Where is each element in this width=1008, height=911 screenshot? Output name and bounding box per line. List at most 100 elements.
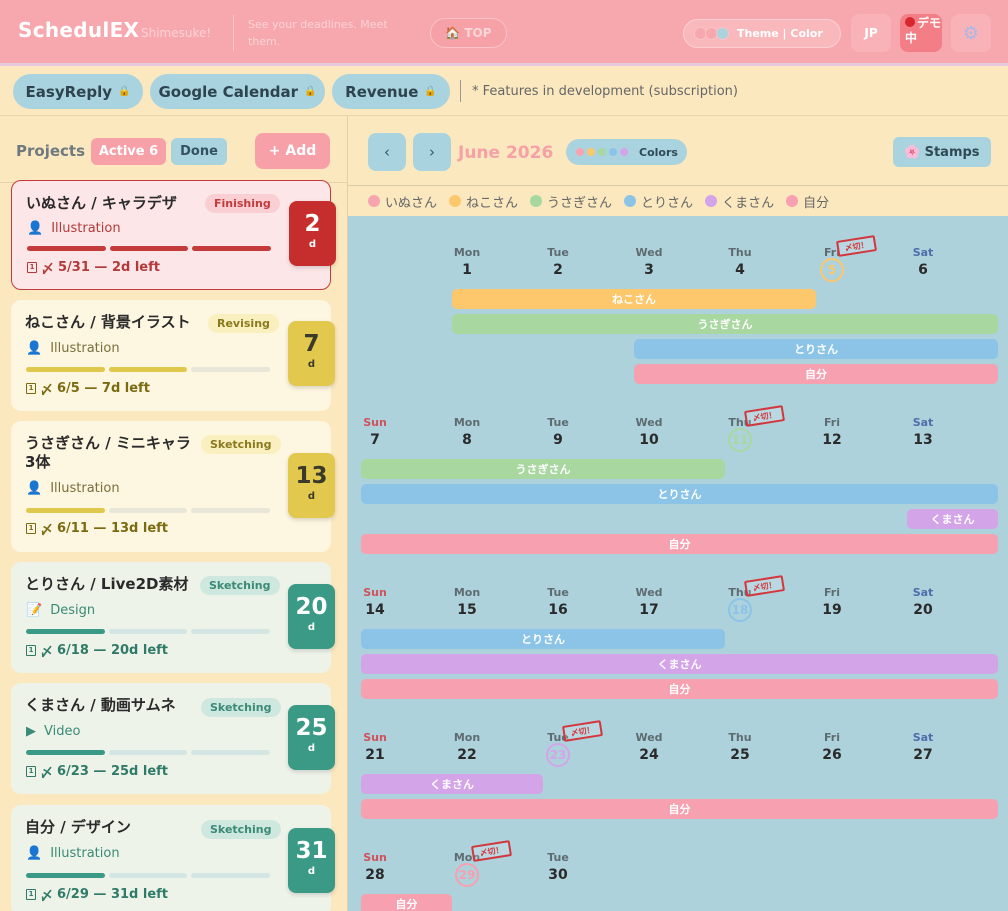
add-project-button[interactable]: + Add (255, 133, 330, 169)
legend-dot-icon (368, 195, 380, 207)
top-button[interactable]: 🏠 TOP (430, 18, 507, 48)
schedule-bar[interactable]: 自分 (361, 679, 998, 699)
revenue-button[interactable]: Revenue 🔒 (332, 74, 450, 109)
day-number[interactable]: 24 (619, 747, 679, 763)
schedule-bar[interactable]: うさぎさん (452, 314, 998, 334)
day-number[interactable]: 28 (345, 867, 405, 883)
projects-panel: Projects Active 6 Done + Add いぬさん / キャラデ… (0, 116, 348, 911)
day-number[interactable]: 22 (437, 747, 497, 763)
day-number[interactable]: 12 (802, 432, 862, 448)
stamp-icon: 〆 (40, 766, 54, 781)
schedule-bar[interactable]: ねこさん (452, 289, 816, 309)
day-number[interactable]: 17 (619, 602, 679, 618)
project-card[interactable]: いぬさん / キャラデザ Finishing 👤 Illustration 1〆5… (11, 180, 336, 290)
prev-month-button[interactable]: ‹ (368, 133, 406, 171)
active-filter-button[interactable]: Active 6 (91, 138, 166, 165)
language-button[interactable]: JP (851, 14, 891, 52)
day-number[interactable]: 10 (619, 432, 679, 448)
schedule-bar[interactable]: 自分 (361, 534, 998, 554)
schedule-bar[interactable]: とりさん (634, 339, 998, 359)
project-card[interactable]: ねこさん / 背景イラスト Revising 👤 Illustration 1〆6… (11, 300, 335, 411)
lock-icon: 🔒 (118, 86, 131, 97)
day-number[interactable]: 9 (528, 432, 588, 448)
divider (233, 15, 234, 51)
legend-dot-icon (786, 195, 799, 207)
day-number[interactable]: 4 (710, 262, 770, 278)
day-number[interactable]: 30 (528, 867, 588, 883)
deadline-stamp: 〆切！ (470, 840, 513, 862)
legend-item: ねこさん (449, 192, 518, 211)
day-number[interactable]: 20 (893, 602, 953, 618)
day-number[interactable]: 1 (437, 262, 497, 278)
weekday-label: Wed (635, 246, 663, 259)
color-dot-icon (620, 148, 628, 156)
day-number[interactable]: 6 (893, 262, 953, 278)
schedule-bar[interactable]: くまさん (907, 509, 998, 529)
project-card[interactable]: くまさん / 動画サムネ Sketching ▶ Video 1 〆 6/23 — 2… (11, 683, 335, 794)
day-number[interactable]: 2 (528, 262, 588, 278)
legend-item: くまさん (705, 192, 774, 211)
day-number[interactable]: 27 (893, 747, 953, 763)
day-number[interactable]: 7 (345, 432, 405, 448)
chevron-left-icon: ‹ (384, 143, 390, 161)
colors-button[interactable]: Colors (566, 139, 687, 165)
status-badge: Sketching (200, 576, 280, 595)
deadline-text: 1 〆 6/18 — 20d left (26, 641, 168, 660)
day-number[interactable]: 13 (893, 432, 953, 448)
schedule-bar[interactable]: 自分 (361, 799, 998, 819)
theme-color-button[interactable]: Theme | Color (683, 19, 841, 48)
project-title: 自分 / デザイン (25, 818, 131, 836)
demo-mode-button[interactable]: デモ中 (900, 14, 942, 52)
schedule-bar[interactable]: とりさん (361, 629, 725, 649)
settings-button[interactable]: ⚙ (951, 14, 991, 52)
schedule-bar[interactable]: くまさん (361, 774, 543, 794)
weekday-label: Fri (823, 586, 840, 599)
chevron-right-icon: › (429, 143, 435, 161)
schedule-bar[interactable]: くまさん (361, 654, 998, 674)
day-number[interactable]: 15 (437, 602, 497, 618)
deadline-text: 1 〆 6/23 — 25d left (26, 762, 168, 781)
tagline: See your deadlines. Meet them. (248, 18, 388, 48)
project-card[interactable]: とりさん / Live2D素材 Sketching 📝 Design 1 〆 6/18… (11, 562, 335, 673)
status-badge: Sketching (201, 435, 281, 454)
day-number[interactable]: 16 (528, 602, 588, 618)
easyreply-button[interactable]: EasyReply 🔒 (13, 74, 143, 109)
day-number[interactable]: 26 (802, 747, 862, 763)
status-badge: Sketching (201, 820, 281, 839)
project-card[interactable]: うさぎさん / ミニキャラ3体 Sketching 👤 Illustration … (11, 421, 335, 552)
project-card[interactable]: 自分 / デザイン Sketching 👤 Illustration 1 〆 6/29… (11, 805, 335, 911)
day-number[interactable]: 8 (437, 432, 497, 448)
weekday-label: Mon (453, 731, 481, 744)
schedule-bar[interactable]: うさぎさん (361, 459, 725, 479)
day-number[interactable]: 25 (710, 747, 770, 763)
weekday-label: Sun (363, 416, 387, 429)
schedule-bar[interactable]: 自分 (361, 894, 452, 911)
project-category: 👤 Illustration (27, 221, 121, 236)
deadline-day-marker[interactable]: 11 (728, 428, 752, 452)
deadline-day-marker[interactable]: 18 (728, 598, 752, 622)
app-logo[interactable]: SchedulEX (18, 18, 139, 42)
deadline-stamp: 〆切！ (743, 575, 786, 597)
next-month-button[interactable]: › (413, 133, 451, 171)
day-number[interactable]: 19 (802, 602, 862, 618)
weekday-label: Mon (453, 416, 481, 429)
done-filter-button[interactable]: Done (171, 138, 227, 165)
deadline-stamp: 〆切！ (561, 720, 604, 742)
deadline-day-marker[interactable]: 29 (455, 863, 479, 887)
day-number[interactable]: 21 (345, 747, 405, 763)
deadline-day-marker[interactable]: 5 (820, 258, 844, 282)
schedule-bar[interactable]: とりさん (361, 484, 998, 504)
deadline-text: 1 〆 6/29 — 31d left (26, 885, 168, 904)
day-number[interactable]: 3 (619, 262, 679, 278)
stamps-button[interactable]: 🌸 Stamps (893, 137, 991, 167)
weekday-label: Mon (453, 586, 481, 599)
days-left-badge: 2d (289, 201, 336, 266)
day-number[interactable]: 14 (345, 602, 405, 618)
weekday-label: Tue (547, 416, 569, 429)
days-left-badge: 31 d (288, 828, 335, 893)
deadline-day-marker[interactable]: 23 (546, 743, 570, 767)
weekday-label: Fri (823, 731, 840, 744)
google-calendar-button[interactable]: Google Calendar 🔒 (150, 74, 325, 109)
color-dot-icon (587, 148, 595, 156)
schedule-bar[interactable]: 自分 (634, 364, 998, 384)
